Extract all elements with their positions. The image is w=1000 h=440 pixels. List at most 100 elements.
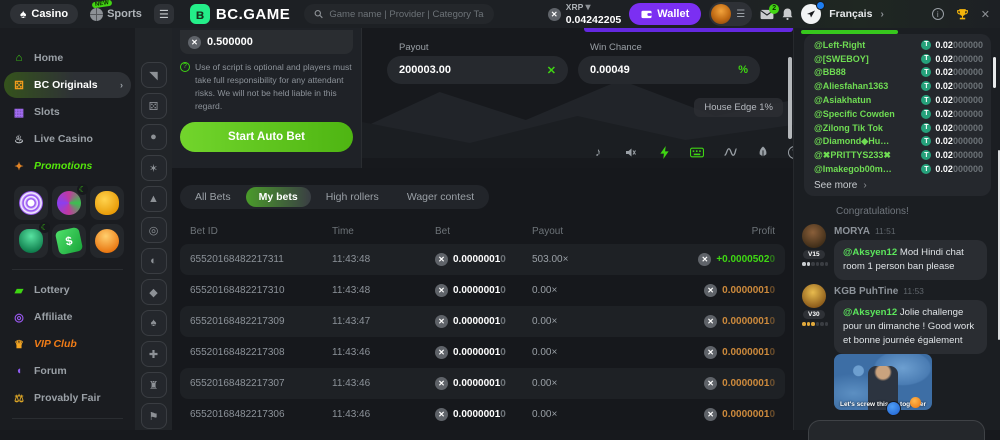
- xrp-coin-icon: ✕: [704, 377, 717, 390]
- rain-recipient-row[interactable]: @Asiakhatun T 0.02000000: [814, 93, 983, 107]
- win-chance-input[interactable]: 0.00049 %: [578, 56, 760, 84]
- tether-coin-icon: T: [921, 164, 931, 174]
- rain-card-scrollbar[interactable]: [993, 57, 996, 88]
- sidebar-item[interactable]: ◎ Affiliate: [4, 304, 131, 330]
- close-icon[interactable]: ✕: [981, 8, 990, 21]
- game-shortcut-icon[interactable]: ◎: [141, 217, 167, 243]
- sidebar-item[interactable]: ♨ Live Casino: [4, 126, 131, 152]
- bets-tab[interactable]: All Bets: [182, 187, 244, 207]
- table-row[interactable]: 65520168482217310 11:43:48 ✕ 0.00000010 …: [180, 275, 785, 306]
- game-shortcut-icon[interactable]: ●: [141, 124, 167, 150]
- promo-tile-pig[interactable]: [90, 186, 124, 220]
- avatar[interactable]: [802, 284, 826, 308]
- hotkeys-icon[interactable]: [689, 144, 705, 160]
- sidebar-item[interactable]: ◖ Forum: [4, 358, 131, 384]
- tether-coin-icon: T: [921, 54, 931, 64]
- table-row[interactable]: 65520168482217311 11:43:48 ✕ 0.00000010 …: [180, 244, 785, 275]
- see-more-link[interactable]: See more ›: [814, 180, 983, 191]
- promo-tile-spiral[interactable]: [14, 186, 48, 220]
- search-bar[interactable]: [304, 4, 494, 24]
- bet-amount-input[interactable]: ✕ 0.500000: [180, 30, 353, 54]
- search-input[interactable]: [329, 9, 484, 20]
- sidebar-item[interactable]: ▦ Slots: [4, 99, 131, 125]
- notifications-button[interactable]: [782, 8, 793, 20]
- sidebar-item[interactable]: ⌂ Home: [4, 45, 131, 71]
- sidebar-item[interactable]: ✦ Promotions: [4, 153, 131, 179]
- rain-amount: 0.02: [935, 81, 953, 91]
- rain-amount: 0.02: [935, 164, 953, 174]
- game-shortcut-icon[interactable]: ⚑: [141, 403, 167, 429]
- casino-toggle[interactable]: ♠ Casino: [10, 4, 78, 24]
- brand-logo[interactable]: ʙ BC.GAME: [190, 4, 290, 24]
- turbo-icon[interactable]: [656, 144, 672, 160]
- script-disclaimer: Use of script is optional and players mu…: [195, 61, 353, 113]
- sidebar-item-icon: ♛: [12, 338, 26, 351]
- language-selector[interactable]: Français ›: [829, 8, 884, 20]
- bet-payout: 0.00×: [532, 285, 682, 296]
- rain-recipient-row[interactable]: @BB88 T 0.02000000: [814, 66, 983, 80]
- bet-time: 11:43:48: [332, 285, 435, 296]
- bets-tab[interactable]: High rollers: [313, 187, 392, 207]
- table-row[interactable]: 65520168482217307 11:43:46 ✕ 0.00000010 …: [180, 368, 785, 399]
- rain-recipient-row[interactable]: @Left-Right T 0.02000000: [814, 38, 983, 52]
- bet-id: 65520168482217311: [190, 254, 332, 265]
- sidebar-item[interactable]: ⚖ Provably Fair: [4, 385, 131, 411]
- rain-username: @Left-Right: [814, 40, 921, 50]
- table-row[interactable]: 65520168482217308 11:43:46 ✕ 0.00000010 …: [180, 337, 785, 368]
- header-bet: Bet: [435, 226, 532, 237]
- promo-tile-ghost[interactable]: ☾: [14, 224, 48, 258]
- rain-recipient-row[interactable]: @Specific Cowden T 0.02000000: [814, 107, 983, 121]
- basketball-icon: [90, 8, 103, 21]
- game-shortcut-icon[interactable]: ▲: [141, 186, 167, 212]
- game-shortcut-icon[interactable]: ♜: [141, 372, 167, 398]
- wallet-button[interactable]: Wallet: [629, 3, 701, 25]
- game-shortcut-icon[interactable]: ◆: [141, 279, 167, 305]
- game-shortcut-icon[interactable]: ✚: [141, 341, 167, 367]
- bet-profit: 0.00000010: [722, 285, 775, 296]
- trophy-icon[interactable]: [956, 8, 969, 21]
- promo-tile-wheel[interactable]: ☾: [52, 186, 86, 220]
- chat-toggle-button[interactable]: [801, 4, 821, 24]
- main-scrollbar[interactable]: [788, 57, 792, 139]
- sidebar-item[interactable]: ▰ Lottery: [4, 277, 131, 303]
- promo-tile-dollar-tag[interactable]: $: [52, 224, 86, 258]
- trends-icon[interactable]: [722, 144, 738, 160]
- music-icon[interactable]: ♪: [590, 144, 606, 160]
- profile-menu[interactable]: ☰: [709, 2, 752, 26]
- sports-toggle[interactable]: NEW Sports: [86, 5, 146, 24]
- game-shortcut-icon[interactable]: ✶: [141, 155, 167, 181]
- rain-recipient-row[interactable]: @[SWEBOY] T 0.02000000: [814, 52, 983, 66]
- rain-recipient-row[interactable]: @Aliesfahan1363 T 0.02000000: [814, 79, 983, 93]
- bets-tab[interactable]: My bets: [246, 187, 311, 207]
- table-row[interactable]: 65520168482217309 11:43:47 ✕ 0.00000010 …: [180, 306, 785, 337]
- emoji-reaction-blue[interactable]: [886, 401, 901, 416]
- mention[interactable]: @Aksyen12: [843, 307, 897, 318]
- rain-recipient-row[interactable]: @Diamond◆Hu… T 0.02000000: [814, 135, 983, 149]
- messages-button[interactable]: 2: [760, 9, 774, 20]
- rain-recipient-row[interactable]: @Zilong Tik Tok T 0.02000000: [814, 121, 983, 135]
- chat-input[interactable]: [808, 420, 985, 440]
- table-row[interactable]: 65520168482217306 11:43:46 ✕ 0.00000010 …: [180, 399, 785, 430]
- game-shortcut-icon[interactable]: ◐: [141, 248, 167, 274]
- bets-tab[interactable]: Wager contest: [394, 187, 487, 207]
- game-shortcut-icon[interactable]: ⚄: [141, 93, 167, 119]
- sound-icon[interactable]: [623, 144, 639, 160]
- menu-icon[interactable]: ☰: [154, 4, 174, 24]
- game-shortcut-icon[interactable]: ◥: [141, 62, 167, 88]
- chat-timestamp: 11:53: [903, 286, 924, 296]
- promo-tile-coin-person[interactable]: [90, 224, 124, 258]
- avatar[interactable]: [802, 224, 826, 248]
- start-auto-bet-button[interactable]: Start Auto Bet: [180, 122, 353, 152]
- rain-recipient-row[interactable]: @Imakegob00m… T 0.02000000: [814, 162, 983, 176]
- sidebar-item[interactable]: ♛ VIP Club: [4, 331, 131, 357]
- info-icon[interactable]: i: [932, 8, 944, 20]
- mention[interactable]: @Aksyen12: [843, 247, 897, 258]
- rain-recipient-row[interactable]: @✖PRITTYS233✖ T 0.02000000: [814, 148, 983, 162]
- sidebar-item[interactable]: ⚄ BC Originals ›: [4, 72, 131, 98]
- balance-display[interactable]: ✕ XRP ▾ 0.04242205: [548, 2, 621, 26]
- payout-input[interactable]: 200003.00 ✕: [387, 56, 568, 84]
- game-shortcut-icon[interactable]: ♠: [141, 310, 167, 336]
- level-badge: V30: [803, 310, 825, 319]
- seed-icon[interactable]: [755, 144, 771, 160]
- emoji-reaction-orange[interactable]: [910, 397, 921, 408]
